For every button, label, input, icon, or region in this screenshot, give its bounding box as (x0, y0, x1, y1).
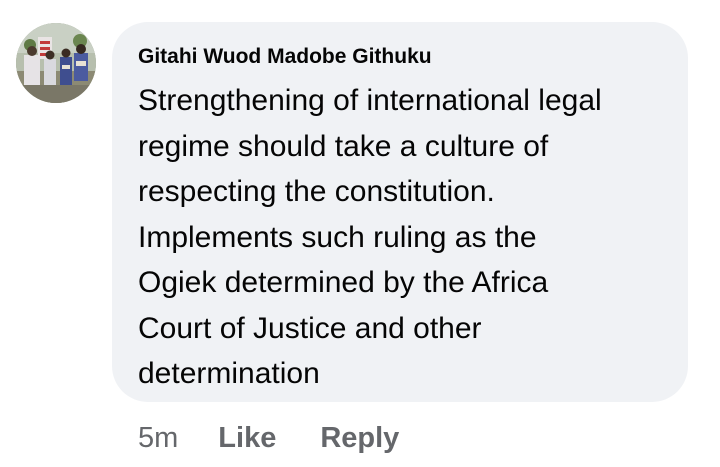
avatar[interactable] (16, 23, 96, 103)
comment-bubble: Gitahi Wuod Madobe Githuku Strengthening… (112, 22, 688, 402)
profile-photo-icon (16, 23, 96, 103)
comment: Gitahi Wuod Madobe Githuku Strengthening… (0, 0, 720, 467)
comment-timestamp[interactable]: 5m (138, 418, 178, 458)
comment-author-name[interactable]: Gitahi Wuod Madobe Githuku (138, 44, 432, 70)
reply-button[interactable]: Reply (320, 418, 399, 458)
comment-text: Strengthening of international legal reg… (138, 84, 602, 390)
like-button[interactable]: Like (218, 418, 276, 458)
comment-actions: 5m Like Reply (138, 418, 399, 458)
